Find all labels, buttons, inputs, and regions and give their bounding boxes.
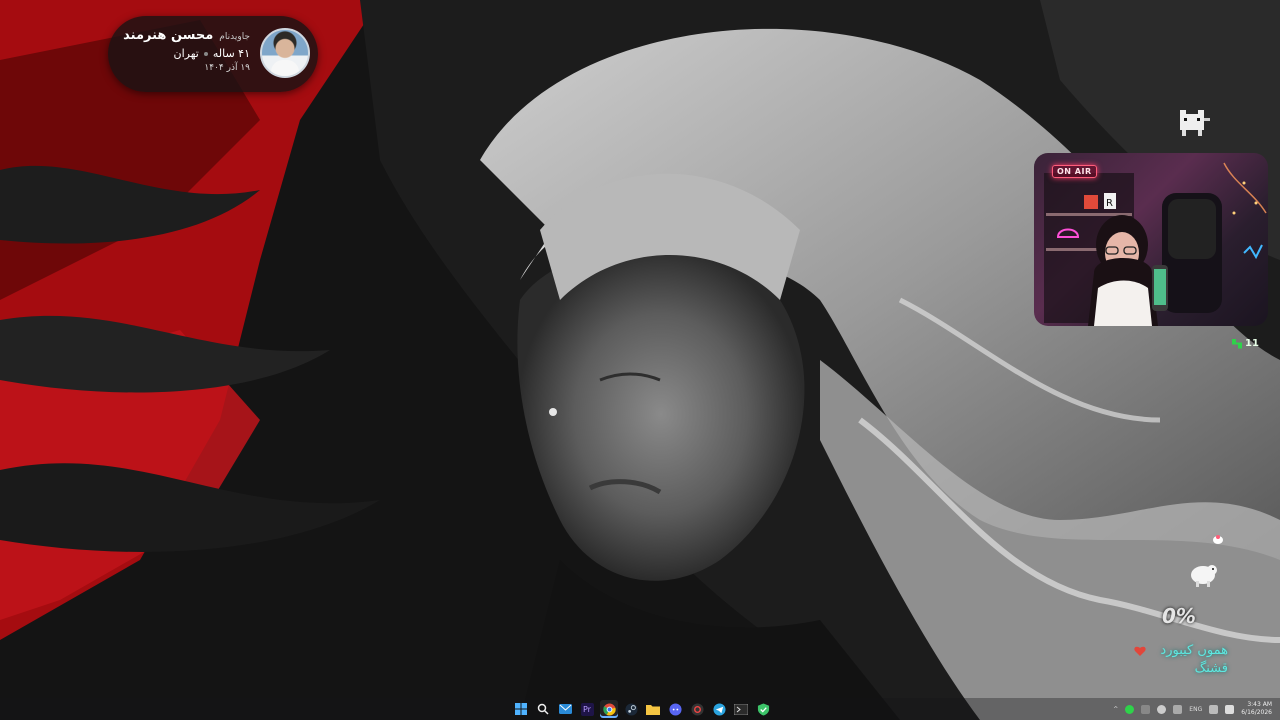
webcam-overlay: R ON AIR bbox=[1034, 153, 1268, 326]
start-button[interactable] bbox=[512, 700, 530, 718]
pixel-cat-icon bbox=[1180, 110, 1210, 136]
profile-age: ۴۱ ساله bbox=[212, 47, 250, 60]
display-icon[interactable] bbox=[1173, 704, 1183, 714]
profile-text: جاویدنام محسن هنرمند ۴۱ ساله تهران ۱۹ آذ… bbox=[123, 28, 250, 73]
folder-icon bbox=[646, 704, 660, 715]
browser-icon bbox=[690, 702, 704, 716]
mail-app[interactable] bbox=[556, 700, 574, 718]
wallpaper-art bbox=[0, 0, 1280, 720]
sign-letter: R bbox=[1106, 198, 1113, 209]
profile-name-row: جاویدنام محسن هنرمند bbox=[123, 28, 250, 43]
profile-tag: جاویدنام bbox=[219, 32, 250, 42]
counter-value: 11 bbox=[1245, 338, 1259, 349]
edge-app[interactable] bbox=[754, 700, 772, 718]
terminal-icon bbox=[734, 703, 748, 715]
windows-icon bbox=[515, 703, 527, 715]
shield-check-icon bbox=[757, 702, 769, 716]
profile-card: جاویدنام محسن هنرمند ۴۱ ساله تهران ۱۹ آذ… bbox=[108, 16, 318, 92]
keyboard-text-line1: هموں کیبورد bbox=[1160, 643, 1228, 658]
counter-widget: 11 bbox=[1232, 338, 1259, 349]
desktop-wallpaper bbox=[0, 0, 1280, 720]
premiere-icon: Pr bbox=[580, 702, 594, 716]
profile-name: محسن هنرمند bbox=[123, 28, 214, 43]
clock-time: 3:43 AM bbox=[1247, 701, 1272, 708]
search-icon bbox=[537, 703, 549, 715]
avatar-shirt bbox=[271, 60, 299, 76]
profile-details-row: ۴۱ ساله تهران bbox=[123, 47, 251, 60]
keyboard-text-widget: هموں کیبورد قشنگ bbox=[1148, 642, 1228, 678]
on-air-sign: ON AIR bbox=[1052, 165, 1097, 178]
counter-icon bbox=[1232, 338, 1242, 349]
terminal-app[interactable] bbox=[732, 700, 750, 718]
clock-date: 6/16/2026 bbox=[1241, 709, 1272, 716]
telegram-app[interactable] bbox=[710, 700, 728, 718]
steam-app[interactable] bbox=[622, 700, 640, 718]
mail-icon bbox=[558, 704, 572, 714]
green-status-icon[interactable] bbox=[1125, 704, 1135, 714]
heart-icon bbox=[1134, 646, 1146, 656]
microphone-icon[interactable] bbox=[1157, 704, 1167, 714]
profile-date: ۱۹ آذر ۱۴۰۴ bbox=[204, 63, 250, 73]
telegram-icon bbox=[712, 702, 726, 716]
file-explorer-app[interactable] bbox=[644, 700, 662, 718]
system-tray: ^ ENG 3:43 AM 6/16/2026 bbox=[1113, 701, 1272, 717]
premiere-app[interactable]: Pr bbox=[578, 700, 596, 718]
volume-icon[interactable] bbox=[1225, 704, 1235, 714]
separator-dot bbox=[203, 51, 208, 56]
taskbar: Pr ^ ENG 3:43 AM 6/16/2026 bbox=[0, 698, 1280, 720]
network-icon[interactable] bbox=[1209, 704, 1219, 714]
clock[interactable]: 3:43 AM 6/16/2026 bbox=[1241, 701, 1272, 717]
sheep-icon[interactable] bbox=[1188, 562, 1220, 588]
discord-icon bbox=[668, 702, 682, 716]
chrome-icon bbox=[602, 702, 616, 716]
taskbar-apps: Pr bbox=[512, 700, 772, 718]
steam-icon bbox=[624, 702, 638, 716]
profile-city: تهران bbox=[173, 47, 199, 60]
discord-app[interactable] bbox=[666, 700, 684, 718]
webcam-feed: R bbox=[1044, 162, 1267, 326]
language-indicator[interactable]: ENG bbox=[1189, 706, 1202, 713]
chevron-up-icon[interactable]: ^ bbox=[1113, 706, 1118, 713]
browser-app[interactable] bbox=[688, 700, 706, 718]
app-tray-icon[interactable] bbox=[1141, 704, 1151, 714]
profile-avatar bbox=[260, 28, 310, 78]
percent-widget: 0% bbox=[1162, 604, 1196, 628]
chrome-app[interactable] bbox=[600, 700, 618, 718]
search-button[interactable] bbox=[534, 700, 552, 718]
keyboard-text-line2: قشنگ bbox=[1194, 661, 1228, 676]
sticker-icon bbox=[1213, 535, 1223, 544]
